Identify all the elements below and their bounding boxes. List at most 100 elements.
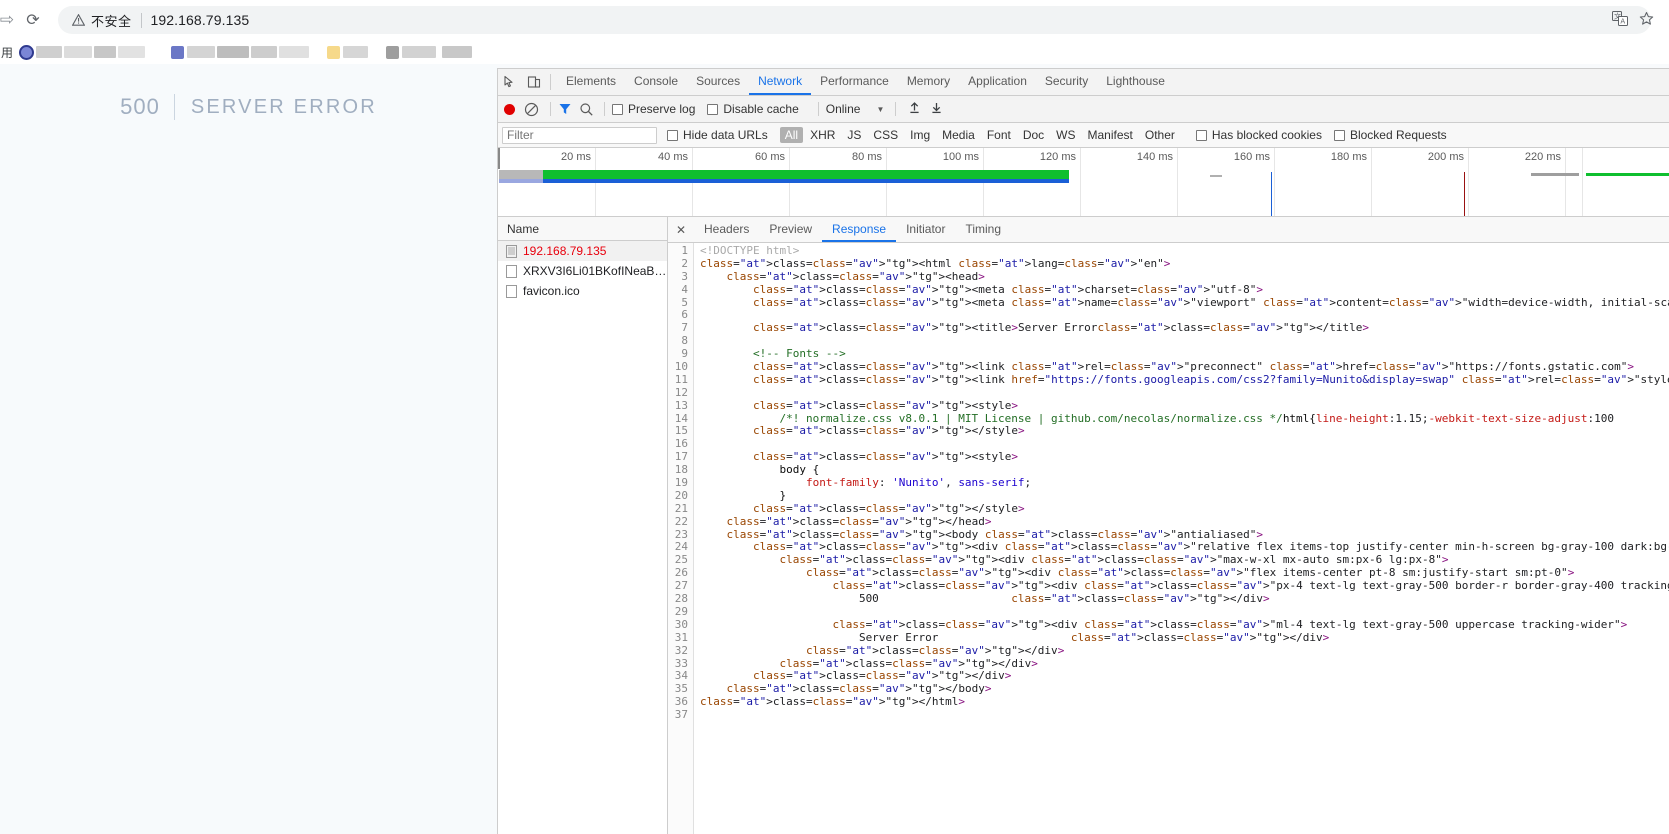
line-number: 19 xyxy=(674,476,688,490)
code-line: 500 class="at">class=class="av">"tg"></d… xyxy=(700,592,1270,606)
filter-funnel-icon[interactable] xyxy=(558,102,572,116)
network-overview-timeline[interactable]: 20 ms 40 ms 60 ms 80 ms 100 ms 120 ms 14… xyxy=(498,148,1669,217)
type-filter-img[interactable]: Img xyxy=(905,127,935,143)
table-row[interactable]: favicon.ico xyxy=(498,281,667,301)
url-text[interactable]: 192.168.79.135 xyxy=(151,12,250,28)
line-number: 1 xyxy=(681,244,688,257)
line-number: 13 xyxy=(674,398,688,412)
type-filter-doc[interactable]: Doc xyxy=(1018,127,1049,143)
checkbox-box xyxy=(707,103,719,115)
search-icon[interactable] xyxy=(579,102,594,117)
checkbox-box xyxy=(1333,129,1345,141)
type-filter-other[interactable]: Other xyxy=(1140,127,1180,143)
line-number: 3 xyxy=(681,269,688,283)
type-filter-xhr[interactable]: XHR xyxy=(805,127,840,143)
network-toolbar: Preserve log Disable cache Online ▼ xyxy=(498,96,1669,123)
type-filter-font[interactable]: Font xyxy=(982,127,1016,143)
detail-tab-preview[interactable]: Preview xyxy=(759,217,822,242)
export-har-icon[interactable] xyxy=(925,101,947,117)
svg-text:A: A xyxy=(1620,18,1625,26)
redacted-label xyxy=(94,46,116,58)
response-code-content[interactable]: <!DOCTYPE html> class="at">class=class="a… xyxy=(694,243,1669,834)
overview-tail-band-green xyxy=(1586,173,1669,176)
disable-cache-checkbox[interactable]: Disable cache xyxy=(707,102,799,116)
column-header-name[interactable]: Name xyxy=(498,217,667,241)
reload-icon[interactable]: ⟳ xyxy=(18,10,48,30)
screen-root: ⇨ ⟳ 不安全 192.168.79.135 文A 用 500 SERVER E… xyxy=(0,0,1669,834)
forward-arrow-icon[interactable]: ⇨ xyxy=(0,10,18,30)
detail-tab-initiator[interactable]: Initiator xyxy=(896,217,955,242)
tab-security[interactable]: Security xyxy=(1036,69,1097,95)
tab-performance[interactable]: Performance xyxy=(811,69,898,95)
bookmark-item[interactable] xyxy=(327,45,368,59)
load-event-marker xyxy=(1464,172,1465,216)
network-body: Name 192.168.79.135 XRXV3I6Li01BKofINeaB… xyxy=(498,217,1669,834)
type-filter-all[interactable]: All xyxy=(779,127,804,143)
code-line: class="at">class=class="av">"tg"><meta c… xyxy=(752,295,1669,309)
bookmark-item[interactable] xyxy=(386,45,472,59)
blocked-requests-checkbox[interactable]: Blocked Requests xyxy=(1333,128,1447,142)
table-row[interactable]: XRXV3I6Li01BKofINeaB.wo... xyxy=(498,261,667,281)
has-blocked-cookies-checkbox[interactable]: Has blocked cookies xyxy=(1195,128,1322,142)
close-icon[interactable]: ✕ xyxy=(668,217,694,242)
redacted-label xyxy=(442,46,472,58)
line-number: 12 xyxy=(674,385,688,399)
timeline-tick-label: 60 ms xyxy=(755,151,785,163)
preserve-log-checkbox[interactable]: Preserve log xyxy=(612,102,695,116)
error-page: 500 SERVER ERROR xyxy=(0,94,497,120)
star-icon[interactable] xyxy=(1633,11,1659,30)
response-source-viewer[interactable]: 1 2 3 4 5 6 7 8 9 10 11 12 13 14 15 16 17 18 19 20 21 22 23 24 2… xyxy=(668,243,1669,834)
overview-tail-band xyxy=(1531,173,1579,176)
detail-tab-response[interactable]: Response xyxy=(822,217,897,242)
table-row[interactable]: 192.168.79.135 xyxy=(498,241,667,261)
redacted-label xyxy=(64,46,92,58)
redacted-label xyxy=(187,46,215,58)
tab-lighthouse[interactable]: Lighthouse xyxy=(1097,69,1174,95)
detail-tab-headers[interactable]: Headers xyxy=(694,217,759,242)
throttling-select[interactable]: Online ▼ xyxy=(826,102,885,116)
tab-memory[interactable]: Memory xyxy=(898,69,959,95)
overview-request-band xyxy=(499,170,1069,179)
line-number: 37 xyxy=(674,708,688,722)
blocked-requests-label: Blocked Requests xyxy=(1349,128,1447,142)
request-list: Name 192.168.79.135 XRXV3I6Li01BKofINeaB… xyxy=(498,217,668,834)
overview-dash-marker xyxy=(1210,175,1222,177)
type-filter-media[interactable]: Media xyxy=(937,127,980,143)
tab-application[interactable]: Application xyxy=(959,69,1036,95)
import-har-icon[interactable] xyxy=(903,101,925,117)
tab-elements[interactable]: Elements xyxy=(557,69,625,95)
record-stop-icon[interactable] xyxy=(504,103,515,115)
not-secure-warning-icon xyxy=(72,14,85,26)
tab-console[interactable]: Console xyxy=(625,69,687,95)
device-toolbar-icon[interactable] xyxy=(522,69,546,95)
request-name: 192.168.79.135 xyxy=(523,244,607,258)
request-detail-pane: ✕ Headers Preview Response Initiator Tim… xyxy=(668,217,1669,834)
type-filter-js[interactable]: JS xyxy=(842,127,866,143)
detail-tab-timing[interactable]: Timing xyxy=(955,217,1011,242)
clear-icon[interactable] xyxy=(524,102,539,117)
code-line: class="at">class=class="av">"tg"><style> xyxy=(752,450,1018,464)
bookmark-item[interactable] xyxy=(19,44,145,60)
timeline-tick-label: 80 ms xyxy=(852,151,882,163)
dom-content-loaded-marker xyxy=(1271,172,1272,216)
type-filter-manifest[interactable]: Manifest xyxy=(1083,127,1138,143)
timeline-start-marker xyxy=(498,148,500,169)
omnibox[interactable]: 不安全 192.168.79.135 xyxy=(58,6,1651,34)
translate-icon[interactable]: 文A xyxy=(1607,11,1633,29)
type-filter-css[interactable]: CSS xyxy=(868,127,903,143)
tab-network[interactable]: Network xyxy=(749,69,812,95)
overview-request-band-secondary xyxy=(499,179,1069,183)
tab-sources[interactable]: Sources xyxy=(687,69,749,95)
page-viewport: 500 SERVER ERROR xyxy=(0,64,497,834)
type-filter-ws[interactable]: WS xyxy=(1051,127,1080,143)
redacted-label xyxy=(36,46,62,58)
line-number: 21 xyxy=(674,501,688,515)
bookmark-item[interactable] xyxy=(171,45,309,59)
devtools-tabbar: Elements Console Sources Network Perform… xyxy=(498,69,1669,96)
checkbox-box xyxy=(612,103,623,115)
filter-input[interactable] xyxy=(502,126,657,144)
timeline-edge xyxy=(1582,148,1583,216)
inspect-element-icon[interactable] xyxy=(498,69,522,95)
hide-data-urls-checkbox[interactable]: Hide data URLs xyxy=(667,128,768,142)
